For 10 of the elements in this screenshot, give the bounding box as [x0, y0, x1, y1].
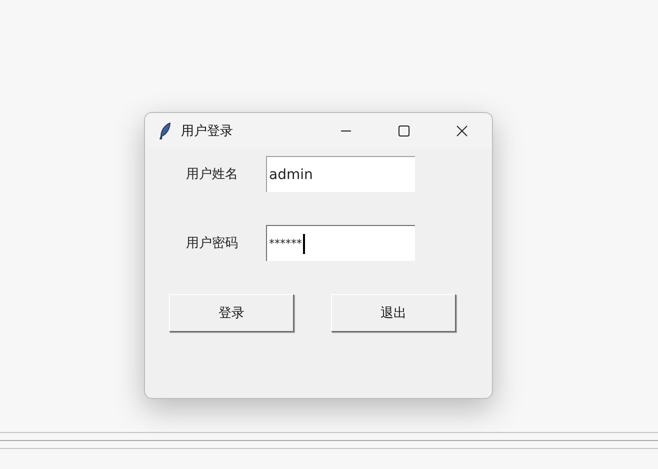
dialog-button[interactable]: 登录	[169, 294, 294, 332]
field-label: 用户姓名	[185, 166, 239, 183]
dialog-button[interactable]: 退出	[331, 294, 456, 332]
window-title: 用户登录	[181, 123, 233, 140]
feather-icon	[159, 122, 171, 140]
input-field[interactable]: ******	[266, 225, 415, 261]
input-field[interactable]: admin	[266, 156, 415, 192]
field-label: 用户密码	[185, 235, 239, 252]
close-icon[interactable]	[456, 125, 468, 137]
maximize-icon[interactable]	[398, 125, 410, 137]
